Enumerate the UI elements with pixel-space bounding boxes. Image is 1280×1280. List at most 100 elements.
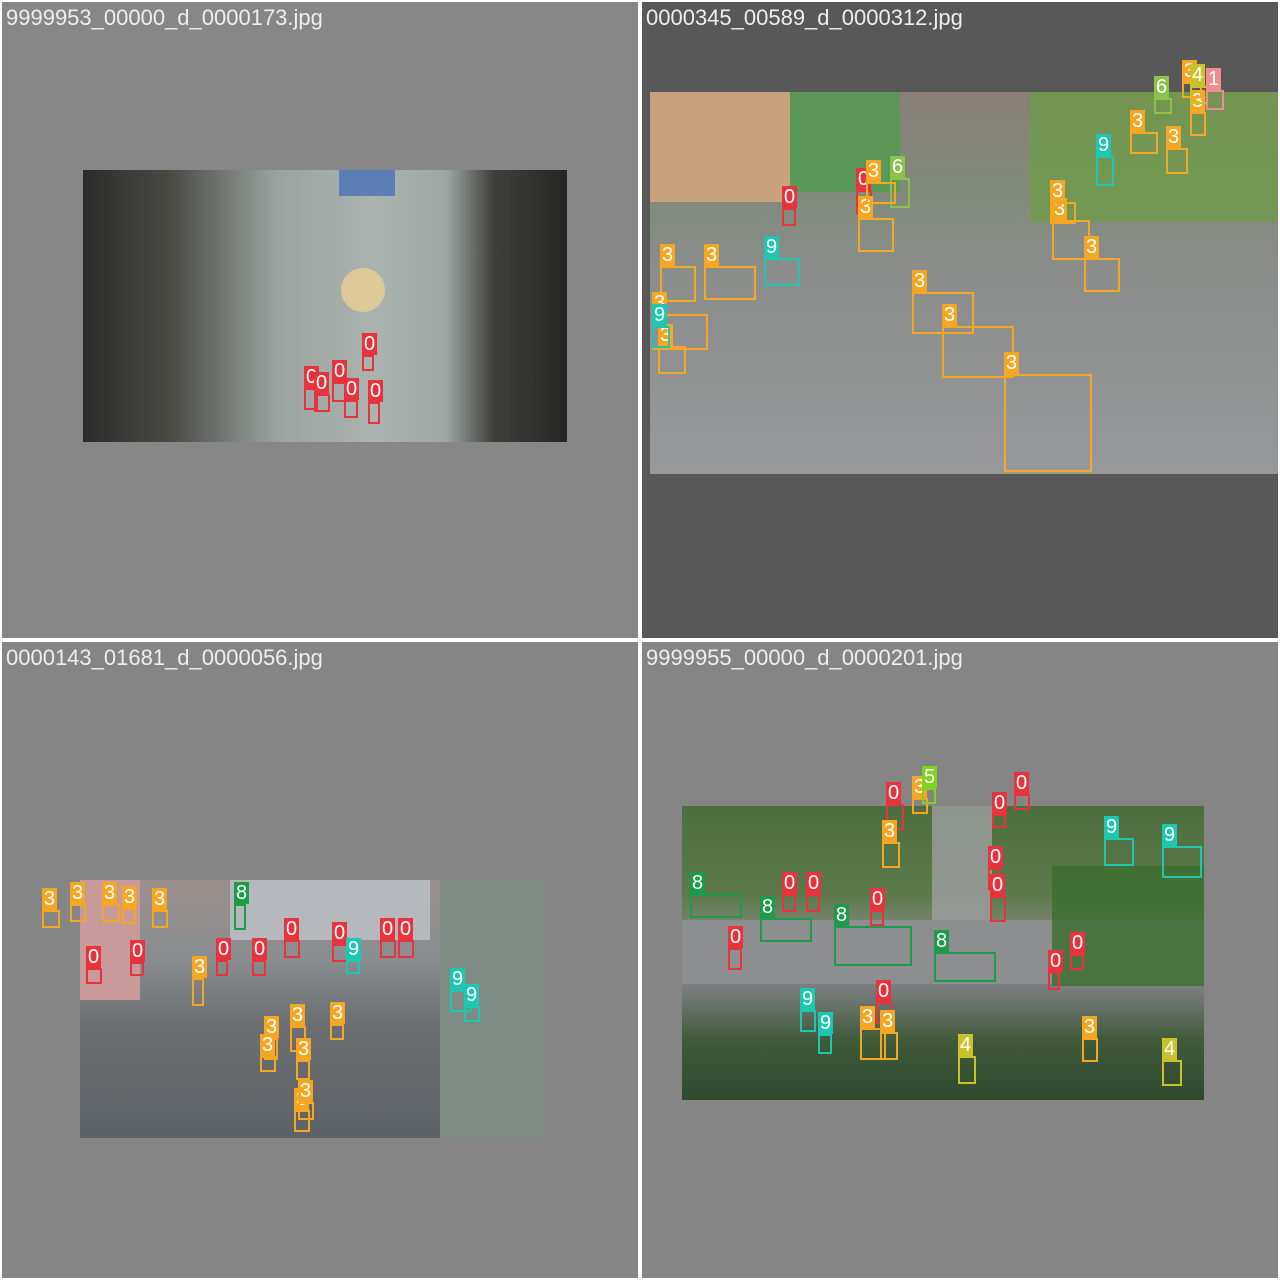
detection-class-label: 0 [1070,932,1086,954]
mosaic-tile-4: 9999955_00000_d_0000201.jpg 888800000000… [642,642,1278,1278]
detection-class-label: 3 [290,1004,306,1026]
detection-class-label: 0 [284,918,300,940]
detection-box [990,896,1006,922]
detection-box [870,910,884,926]
detection-box [934,952,996,982]
detection-class-label: 0 [782,872,798,894]
detection-class-label: 1 [1206,68,1222,90]
detection-class-label: 0 [130,940,146,962]
detection-class-label: 0 [1048,950,1064,972]
detection-class-label: 9 [464,984,480,1006]
detection-class-label: 5 [922,766,938,788]
detection-box [652,326,670,348]
detection-class-label: 8 [760,896,776,918]
detection-class-label: 3 [882,820,898,842]
detection-class-label: 0 [362,333,378,355]
detection-box [314,394,330,412]
detection-box [362,355,374,371]
detection-box [764,258,800,286]
detection-box [806,894,820,912]
detection-class-label: 8 [834,904,850,926]
detection-box [1014,794,1030,810]
detection-box [346,960,360,974]
detection-box [1082,1038,1098,1062]
detection-class-label: 0 [876,980,892,1002]
detection-class-label: 0 [870,888,886,910]
tile-filename: 9999953_00000_d_0000173.jpg [6,5,323,30]
detection-box [70,904,86,922]
detection-class-label: 0 [368,380,384,402]
detection-class-label: 9 [1162,824,1178,846]
detection-class-label: 0 [1014,772,1030,794]
detection-box [866,182,896,204]
detection-box [260,1056,276,1072]
detection-class-label: 0 [990,874,1006,896]
detection-box [958,1056,976,1084]
detection-class-label: 0 [332,922,348,944]
detection-box [800,1010,816,1032]
detection-box [1154,98,1172,114]
detection-box [152,910,168,928]
detection-box [1070,954,1084,970]
detection-class-label: 3 [660,244,676,266]
detection-class-label: 3 [1004,352,1020,374]
detection-class-label: 0 [992,792,1008,814]
detection-box [368,402,380,424]
detection-class-label: 3 [298,1080,314,1102]
tile-filename: 0000143_01681_d_0000056.jpg [6,645,323,670]
detection-class-label: 3 [330,1002,346,1024]
detection-box [922,788,936,804]
detection-box [252,960,266,976]
detection-box [1206,90,1224,110]
detection-class-label: 8 [934,930,950,952]
detection-box [992,814,1006,828]
detection-box [1162,1060,1182,1086]
detection-box [858,218,894,252]
detection-box [1084,258,1120,292]
detection-class-label: 3 [1084,236,1100,258]
detection-class-label: 6 [890,156,906,178]
detection-box [1130,132,1158,154]
detection-class-label: 3 [152,888,168,910]
mosaic-tile-2: 0000345_00589_d_0000312.jpg 333333399006… [642,2,1278,638]
detection-class-label: 0 [728,926,744,948]
detection-box [1104,838,1134,866]
detection-box [880,1032,898,1060]
detection-class-label: 3 [1166,126,1182,148]
detection-box [284,940,300,958]
detection-class-label: 9 [1104,816,1120,838]
detection-box [728,948,742,970]
detection-class-label: 0 [252,938,268,960]
detection-box [658,346,686,374]
detection-class-label: 9 [652,304,668,326]
detection-class-label: 3 [102,882,118,904]
detection-box [42,910,60,928]
detection-box [1166,148,1188,174]
detection-class-label: 8 [690,872,706,894]
detection-class-label: 3 [1082,1016,1098,1038]
detection-box [298,1102,314,1120]
detection-class-label: 9 [1096,134,1112,156]
detection-box [330,1024,344,1040]
detection-class-label: 9 [818,1012,834,1034]
detection-box [760,918,812,942]
tile-filename: 9999955_00000_d_0000201.jpg [646,645,963,670]
detection-box [296,1060,310,1080]
tile-filename: 0000345_00589_d_0000312.jpg [646,5,963,30]
detection-box [102,904,120,922]
detection-class-label: 3 [704,244,720,266]
mosaic-tile-3: 0000143_01681_d_0000056.jpg 333333333300… [2,642,638,1278]
detection-box [464,1006,480,1022]
detection-box [86,968,102,984]
detection-box [834,926,912,966]
detection-class-label: 3 [880,1010,896,1032]
detection-box [234,904,246,930]
detection-box [818,1034,832,1054]
detection-class-label: 4 [958,1034,974,1056]
detection-class-label: 8 [234,882,250,904]
detection-box [704,266,756,300]
detection-class-label: 9 [346,938,362,960]
detection-box [1048,972,1060,990]
detection-class-label: 3 [192,956,208,978]
detection-class-label: 3 [1050,180,1066,202]
